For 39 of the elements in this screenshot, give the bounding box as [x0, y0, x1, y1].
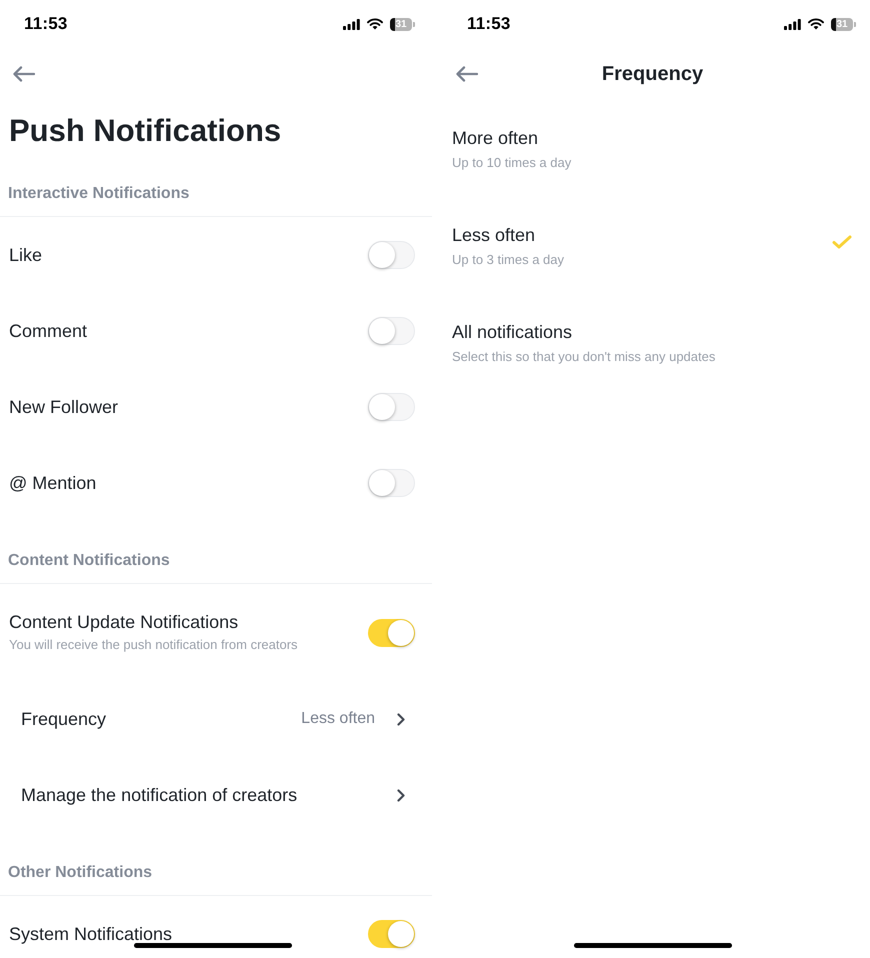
- status-time: 11:53: [24, 14, 68, 34]
- battery-icon: 31: [831, 18, 856, 30]
- toggle-switch[interactable]: [368, 241, 415, 269]
- toggle-switch[interactable]: [368, 920, 415, 948]
- setting-label: Content Update Notifications: [9, 611, 238, 633]
- toggle-switch[interactable]: [368, 469, 415, 497]
- setting-label: New Follower: [9, 396, 118, 418]
- signal-icon: [784, 18, 801, 30]
- chevron-right-icon[interactable]: [397, 788, 405, 802]
- option-description: Up to 3 times a day: [452, 250, 564, 268]
- page-title: Push Notifications: [8, 112, 282, 150]
- battery-icon: 31: [390, 18, 415, 30]
- menu-item-label[interactable]: Frequency: [21, 708, 106, 730]
- option-label[interactable]: Less often: [452, 224, 536, 246]
- toggle-switch[interactable]: [368, 317, 415, 345]
- status-time: 11:53: [467, 14, 511, 34]
- screen-title: Frequency: [602, 62, 704, 86]
- section-heading: Other Notifications: [8, 863, 154, 883]
- toggle-switch[interactable]: [368, 393, 415, 421]
- section-heading: Content Notifications: [8, 551, 171, 571]
- toggle-switch[interactable]: [368, 618, 415, 646]
- back-arrow-icon[interactable]: [12, 66, 35, 82]
- wifi-icon: [808, 18, 824, 30]
- current-value: Less often: [301, 710, 375, 728]
- setting-description: You will receive the push notification from creators: [9, 636, 298, 654]
- wifi-icon: [367, 18, 383, 30]
- option-description: Select this so that you don't miss any updates: [452, 348, 716, 366]
- setting-label: @ Mention: [9, 472, 96, 494]
- setting-label: Like: [9, 244, 42, 266]
- signal-icon: [343, 18, 360, 30]
- option-description: Up to 10 times a day: [452, 154, 572, 172]
- chevron-right-icon[interactable]: [397, 712, 405, 726]
- option-label[interactable]: More often: [452, 126, 538, 148]
- setting-label: System Notifications: [9, 923, 172, 945]
- setting-label: Comment: [9, 320, 88, 342]
- section-heading: Interactive Notifications: [8, 184, 190, 204]
- back-arrow-icon[interactable]: [455, 66, 478, 82]
- option-label[interactable]: All notifications: [452, 320, 572, 342]
- menu-item-label[interactable]: Manage the notification of creators: [21, 784, 298, 806]
